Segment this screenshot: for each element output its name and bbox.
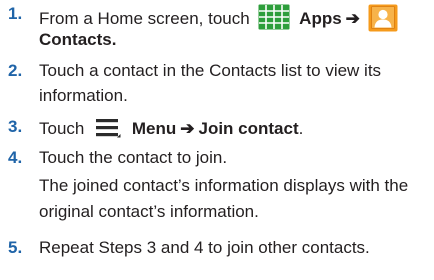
apps-label: Apps (299, 9, 342, 28)
instruction-steps: 1. From a Home screen, touch Apps ➔ Conta… (0, 0, 434, 280)
step-4-note-line-1: The joined contact’s information display… (39, 176, 409, 195)
step-1-number: 1. (8, 4, 23, 23)
step-5-line-1: Repeat Steps 3 and 4 to join other conta… (39, 238, 370, 257)
step-3-suffix: . (298, 119, 304, 138)
menu-label: Menu (131, 119, 177, 138)
step-3-arrow: ➔ (180, 119, 195, 138)
step-2-line-2: information. (39, 86, 128, 105)
step-1-prefix: From a Home screen, touch (39, 9, 250, 28)
menu-icon (96, 119, 121, 138)
step-1-contacts-label: Contacts. (39, 30, 117, 49)
join-contact-label: Join contact (198, 119, 299, 138)
step-3-number: 3. (8, 117, 23, 136)
step-4-line-1: Touch the contact to join. (39, 148, 228, 167)
step-4-number: 4. (8, 148, 23, 167)
step-2-number: 2. (8, 61, 23, 80)
apps-grid-icon (258, 4, 290, 30)
step-5-number: 5. (8, 238, 23, 257)
contacts-icon (368, 4, 398, 32)
step-3-line-1: Touch Menu ➔ Join contact. (39, 117, 303, 139)
step-4-note-line-2: original contact’s information. (39, 202, 259, 221)
step-1-line-1: From a Home screen, touch Apps ➔ (39, 4, 398, 32)
step-2-line-1: Touch a contact in the Contacts list to … (39, 61, 382, 80)
step-3-prefix: Touch (39, 119, 85, 138)
step-1-arrow: ➔ (345, 9, 360, 28)
